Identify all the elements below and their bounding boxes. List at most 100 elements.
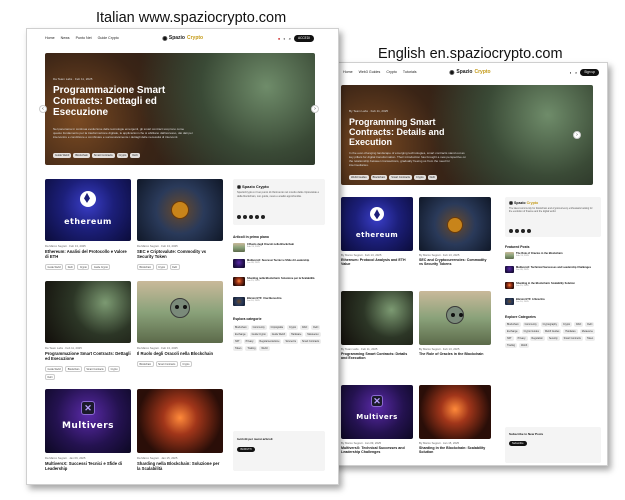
article-card[interactable]: By Marco Segreti · Jan 15, 2025 Sharding… bbox=[419, 385, 491, 465]
article-thumbnail[interactable] bbox=[137, 389, 223, 453]
article-thumbnail[interactable]: ✕ Multivers bbox=[45, 389, 131, 453]
category-chip[interactable]: Criptografia bbox=[268, 325, 286, 330]
featured-item[interactable]: Sharding in the Blockchain: Scalability … bbox=[505, 282, 601, 289]
category-chip[interactable]: Crypto bbox=[287, 325, 299, 330]
article-thumbnail[interactable] bbox=[137, 281, 223, 343]
card-title[interactable]: Il Ruolo degli Oracoli nella Blockchain bbox=[137, 351, 223, 356]
category-chip[interactable]: Smart Contracts bbox=[299, 339, 322, 344]
tag[interactable]: Smart Contracts bbox=[389, 175, 412, 180]
article-card[interactable]: ✕ Multivers Da Marco Segreti · Jan 09, 2… bbox=[45, 389, 131, 481]
category-chip[interactable]: Hardware bbox=[288, 332, 304, 337]
category-chip[interactable]: DeFi bbox=[585, 322, 595, 327]
featured-item[interactable]: The Role of Oracles in the Blockchain Feb… bbox=[505, 252, 601, 259]
tag[interactable]: Smart Contracts bbox=[91, 153, 115, 158]
youtube-icon[interactable] bbox=[521, 229, 525, 233]
card-title[interactable]: Programming Smart Contracts: Details and… bbox=[341, 352, 413, 361]
category-chip[interactable]: Crypto Guides bbox=[521, 329, 541, 334]
recent-item[interactable]: Bitcoin ETF: Una Nuova Era Jan 10, 2025 bbox=[233, 297, 325, 306]
threads-icon[interactable] bbox=[261, 215, 265, 219]
category-chip[interactable]: Metaverse bbox=[579, 329, 595, 334]
card-tag[interactable]: Guide Web3 bbox=[45, 264, 64, 270]
tag[interactable]: Web3 Guides bbox=[349, 175, 369, 180]
category-chip[interactable]: DAO bbox=[574, 322, 584, 327]
category-chip[interactable]: Community bbox=[250, 325, 267, 330]
category-chip[interactable]: Crypto bbox=[561, 322, 573, 327]
category-chip[interactable]: Token bbox=[233, 346, 244, 351]
category-chip[interactable]: Exchange bbox=[233, 332, 248, 337]
tag[interactable]: Blockchain bbox=[370, 175, 388, 180]
card-title[interactable]: Ethereum: Protocol Analysis and ETH Valu… bbox=[341, 258, 413, 267]
hero-next-arrow[interactable]: › bbox=[573, 131, 581, 139]
recent-item[interactable]: Sharding nella Blockchain: Soluzione per… bbox=[233, 277, 325, 286]
category-chip[interactable]: Trading bbox=[245, 346, 258, 351]
category-chip[interactable]: Metaverso bbox=[305, 332, 321, 337]
article-card[interactable]: By Team Labs · Feb 11, 2025 Programming … bbox=[341, 291, 413, 369]
recent-item[interactable]: Il Ruolo degli Oracoli nella Blockchain F… bbox=[233, 243, 325, 252]
subscribe-button[interactable]: ISCRIVITI bbox=[237, 447, 255, 452]
nav-link[interactable]: Web3 Guides bbox=[359, 70, 381, 74]
card-tag[interactable]: DeFi bbox=[45, 374, 56, 380]
instagram-icon[interactable] bbox=[515, 229, 519, 233]
card-title[interactable]: The Role of Oracles in the Blockchain bbox=[419, 352, 491, 356]
card-title[interactable]: MultiversX: Successi Tecnici e Sfide di … bbox=[45, 461, 131, 471]
article-card[interactable]: ✕ Multivers By Marco Segreti · Jan 09, 2… bbox=[341, 385, 413, 465]
category-chip[interactable]: Regulation bbox=[529, 336, 545, 341]
category-chip[interactable]: Community bbox=[522, 322, 539, 327]
italian-hero[interactable]: Da Team Labs · Feb 11, 2025 Programmazio… bbox=[45, 53, 315, 165]
category-chip[interactable]: Web3 Guides bbox=[542, 329, 562, 334]
category-chip[interactable]: Smart Contracts bbox=[561, 336, 583, 341]
subscribe-button[interactable]: Subscribe bbox=[509, 441, 527, 446]
nav-link[interactable]: Punto Net bbox=[76, 36, 92, 40]
category-chip[interactable]: Guide Web3 bbox=[269, 332, 287, 337]
article-thumbnail[interactable]: ethereum bbox=[341, 197, 413, 251]
category-chip[interactable]: DAO bbox=[300, 325, 310, 330]
article-thumbnail[interactable] bbox=[419, 385, 491, 439]
english-hero[interactable]: By Team Labs · Feb 11, 2025 Programming … bbox=[341, 85, 593, 185]
card-tag[interactable]: Crypto bbox=[108, 366, 121, 372]
article-card[interactable]: ethereum Da Marco Segreti · Feb 13, 2025… bbox=[45, 179, 131, 270]
hero-prev-arrow[interactable]: ‹ bbox=[39, 105, 47, 113]
card-tag[interactable]: Crypto bbox=[155, 264, 168, 270]
category-chip[interactable]: Privacy bbox=[243, 339, 256, 344]
card-tag[interactable]: DeFi bbox=[65, 264, 76, 270]
category-chip[interactable]: Exchange bbox=[505, 329, 520, 334]
hero-title[interactable]: Programming Smart Contracts: Details and… bbox=[349, 117, 459, 147]
article-thumbnail[interactable] bbox=[45, 281, 131, 343]
hero-title[interactable]: Programmazione Smart Contracts: Dettagli… bbox=[53, 85, 173, 119]
tag[interactable]: Blockchain bbox=[73, 153, 90, 158]
category-chip[interactable]: NFT bbox=[505, 336, 514, 341]
category-chip[interactable]: Sicurezza bbox=[283, 339, 298, 344]
category-chip[interactable]: Web3 bbox=[259, 346, 270, 351]
category-chip[interactable]: Regolamentazione bbox=[257, 339, 282, 344]
tag[interactable]: Crypto bbox=[116, 153, 129, 158]
nav-link[interactable]: Home bbox=[343, 70, 353, 74]
category-chip[interactable]: Web3 bbox=[519, 343, 530, 348]
hero-next-arrow[interactable]: › bbox=[311, 105, 319, 113]
card-tag[interactable]: Blockchain bbox=[65, 366, 82, 372]
category-chip[interactable]: Blockchain bbox=[505, 322, 521, 327]
theme-icon[interactable]: ◐ bbox=[283, 36, 285, 41]
featured-item[interactable]: Bitcoin ETF: A New Era Jan 10, 2025 bbox=[505, 298, 601, 305]
card-tag[interactable]: DeFi bbox=[169, 264, 180, 270]
search-icon[interactable]: ⌕ bbox=[575, 70, 577, 75]
nav-link[interactable]: Guide Crypto bbox=[98, 36, 119, 40]
category-chip[interactable]: Security bbox=[546, 336, 560, 341]
card-tag[interactable]: Blockchain bbox=[137, 264, 154, 270]
article-thumbnail[interactable]: ethereum bbox=[45, 179, 131, 241]
card-tag[interactable]: Smart Contracts bbox=[155, 361, 178, 367]
article-thumbnail[interactable]: ✕ Multivers bbox=[341, 385, 413, 439]
theme-icon[interactable]: ◐ bbox=[570, 70, 572, 75]
tag[interactable]: DeFi bbox=[130, 153, 140, 158]
article-thumbnail[interactable] bbox=[137, 179, 223, 241]
nav-link[interactable]: Home bbox=[45, 36, 55, 40]
category-chip[interactable]: Privacy bbox=[515, 336, 528, 341]
search-icon[interactable]: ⌕ bbox=[289, 36, 291, 41]
article-thumbnail[interactable] bbox=[341, 291, 413, 345]
article-card[interactable]: ethereum By Marco Segreti · Feb 13, 2025… bbox=[341, 197, 413, 275]
card-title[interactable]: Ethereum: Analisi del Protocollo e Valor… bbox=[45, 249, 131, 259]
category-chip[interactable]: DeFi bbox=[311, 325, 321, 330]
card-tag[interactable]: Guide Web3 bbox=[45, 366, 64, 372]
tag[interactable]: DeFi bbox=[427, 175, 438, 180]
card-title[interactable]: Programmazione Smart Contracts: Dettagli… bbox=[45, 351, 131, 361]
category-chip[interactable]: Blockchain bbox=[233, 325, 249, 330]
